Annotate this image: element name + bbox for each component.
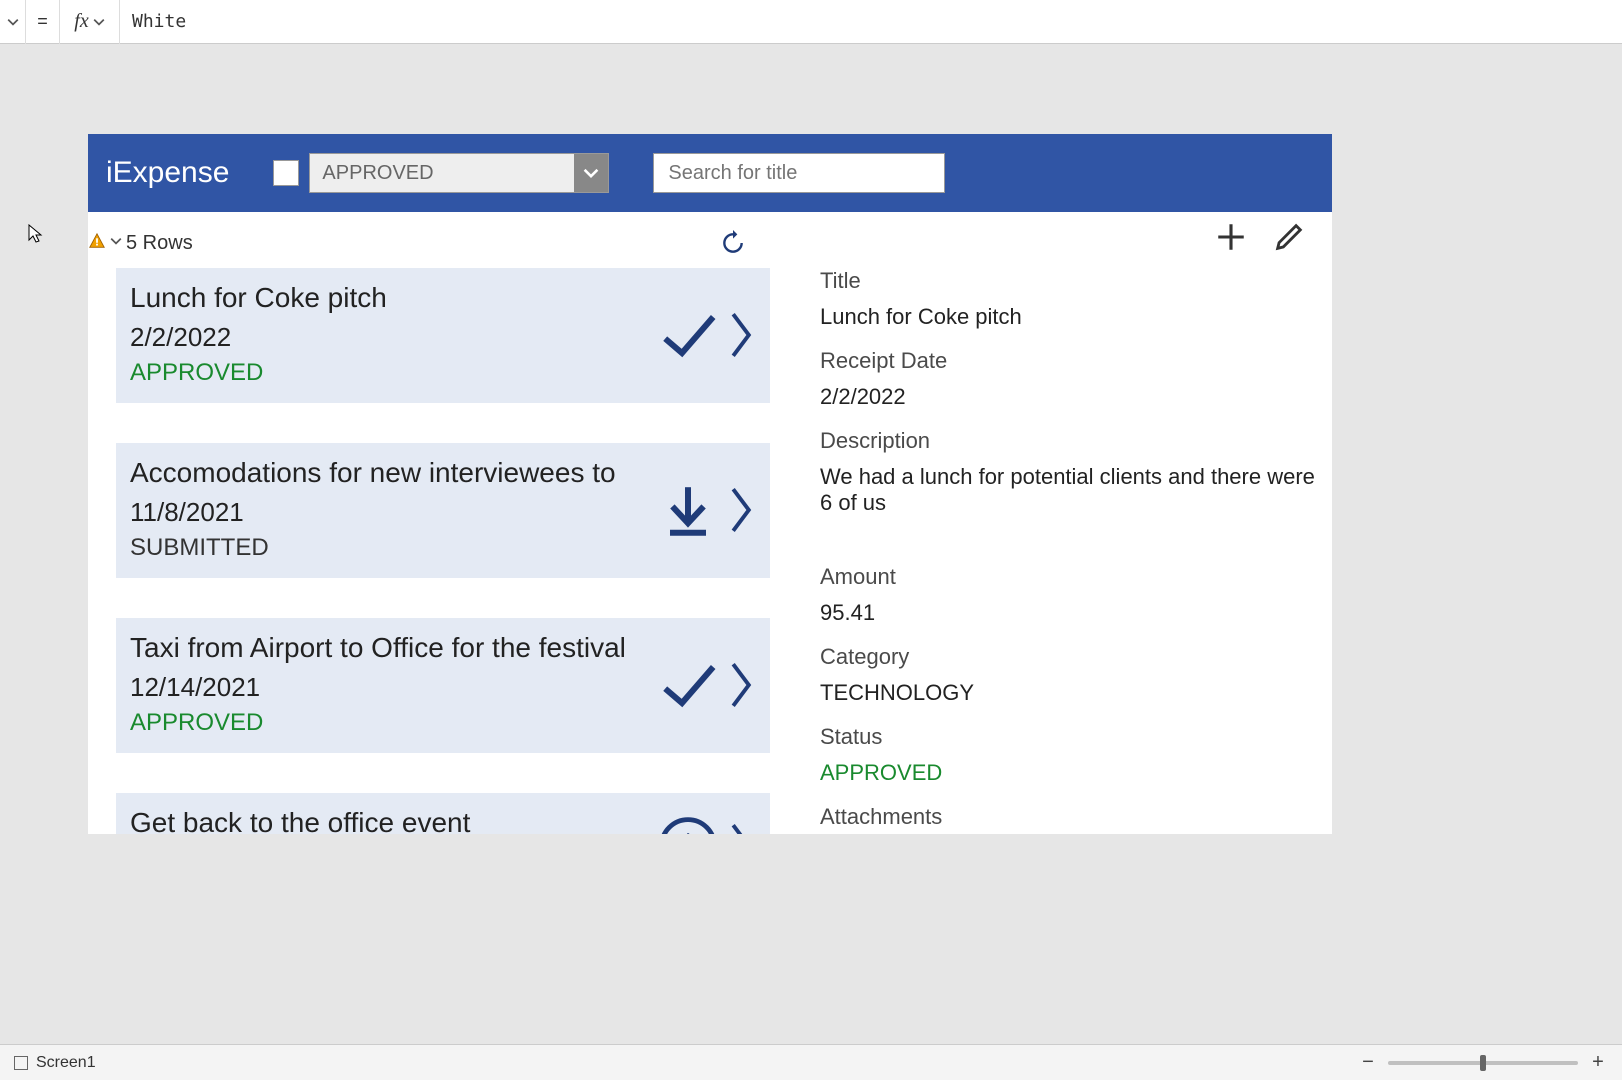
card-icons — [658, 305, 754, 365]
card-title: Get back to the office event — [130, 807, 658, 834]
list-item[interactable]: Accomodations for new interviewees to 11… — [116, 443, 770, 578]
svg-text:$: $ — [679, 829, 698, 835]
card-icons: $ — [658, 816, 754, 835]
check-icon — [658, 305, 718, 365]
formula-input[interactable]: White — [120, 11, 1622, 32]
card-icons — [658, 480, 754, 540]
card-icons — [658, 655, 754, 715]
detail-pane: Title Lunch for Coke pitch Receipt Date … — [770, 212, 1332, 834]
detail-toolbar — [770, 212, 1332, 262]
field-label-title: Title — [820, 268, 1320, 294]
screen-name: Screen1 — [36, 1054, 96, 1072]
list-scroll[interactable]: Lunch for Coke pitch 2/2/2022 APPROVED — [88, 268, 770, 834]
card-title: Accomodations for new interviewees to — [130, 457, 658, 489]
field-label-amount: Amount — [820, 564, 1320, 590]
zoom-thumb[interactable] — [1480, 1055, 1486, 1071]
field-label-category: Category — [820, 644, 1320, 670]
filter-checkbox[interactable] — [273, 160, 299, 186]
list-pane: 5 Rows Lunch for Coke pitch 2/2/2022 APP… — [88, 212, 770, 834]
search-input[interactable] — [653, 153, 945, 193]
app-header: iExpense APPROVED — [88, 134, 1332, 212]
download-icon — [658, 480, 718, 540]
detail-scroll[interactable]: Title Lunch for Coke pitch Receipt Date … — [820, 262, 1332, 834]
status-bar: Screen1 − + — [0, 1044, 1622, 1080]
chevron-down-icon — [7, 16, 19, 28]
field-value-category: TECHNOLOGY — [820, 680, 1320, 706]
dropdown-arrow[interactable] — [574, 154, 608, 192]
zoom-in-button[interactable]: + — [1588, 1051, 1608, 1074]
dropdown-value: APPROVED — [322, 162, 433, 185]
card-title: Lunch for Coke pitch — [130, 282, 658, 314]
zoom-control: − + — [1358, 1051, 1608, 1074]
canvas-background: iExpense APPROVED — [0, 44, 1622, 1044]
app-body: 5 Rows Lunch for Coke pitch 2/2/2022 APP… — [88, 212, 1332, 834]
app-title: iExpense — [106, 156, 229, 190]
field-label-status: Status — [820, 724, 1320, 750]
list-item[interactable]: Lunch for Coke pitch 2/2/2022 APPROVED — [116, 268, 770, 403]
chevron-down-icon — [583, 165, 599, 181]
equals-label: = — [26, 0, 60, 44]
field-label-receipt-date: Receipt Date — [820, 348, 1320, 374]
card-date: 12/14/2021 — [130, 672, 658, 703]
card-date: 2/2/2022 — [130, 322, 658, 353]
status-filter-dropdown[interactable]: APPROVED — [309, 153, 609, 193]
property-dropdown[interactable] — [0, 0, 26, 44]
mouse-cursor — [28, 224, 44, 249]
zoom-out-button[interactable]: − — [1358, 1051, 1378, 1074]
edit-button[interactable] — [1272, 220, 1306, 254]
list-item[interactable]: Get back to the office event 11/1/2021 $ — [116, 793, 770, 834]
card-content: Accomodations for new interviewees to 11… — [130, 457, 658, 562]
refresh-button[interactable] — [716, 226, 750, 260]
field-value-receipt-date: 2/2/2022 — [820, 384, 1320, 410]
card-status: APPROVED — [130, 359, 658, 387]
chevron-right-icon[interactable] — [728, 661, 754, 709]
chevron-down-icon[interactable] — [110, 234, 122, 252]
fx-label: fx — [74, 10, 88, 33]
plus-icon — [1214, 220, 1248, 254]
app-preview: iExpense APPROVED — [88, 134, 1332, 834]
card-date: 11/8/2021 — [130, 497, 658, 528]
check-icon — [658, 655, 718, 715]
card-title: Taxi from Airport to Office for the fest… — [130, 632, 658, 664]
chevron-right-icon[interactable] — [728, 311, 754, 359]
card-status: SUBMITTED — [130, 534, 658, 562]
row-count-text: 5 Rows — [126, 232, 193, 255]
add-button[interactable] — [1214, 220, 1248, 254]
filter-wrap: APPROVED — [273, 153, 609, 193]
zoom-slider[interactable] — [1388, 1061, 1578, 1065]
chevron-down-icon — [93, 16, 105, 28]
warning-icon — [88, 232, 106, 255]
field-label-description: Description — [820, 428, 1320, 454]
dollar-icon: $ — [658, 816, 718, 835]
chevron-right-icon[interactable] — [728, 486, 754, 534]
card-status: APPROVED — [130, 709, 658, 737]
screen-indicator[interactable]: Screen1 — [14, 1054, 96, 1072]
formula-bar: = fx White — [0, 0, 1622, 44]
card-content: Get back to the office event 11/1/2021 — [130, 807, 658, 834]
list-top: 5 Rows — [88, 226, 770, 268]
list-item[interactable]: Taxi from Airport to Office for the fest… — [116, 618, 770, 753]
field-value-status: APPROVED — [820, 760, 1320, 786]
field-value-description: We had a lunch for potential clients and… — [820, 464, 1320, 516]
field-value-amount: 95.41 — [820, 600, 1320, 626]
screen-icon — [14, 1056, 28, 1070]
refresh-icon — [720, 230, 746, 256]
fx-button[interactable]: fx — [60, 0, 120, 44]
chevron-right-icon[interactable] — [728, 822, 754, 835]
field-label-attachments: Attachments — [820, 804, 1320, 830]
pencil-icon — [1272, 220, 1306, 254]
card-content: Taxi from Airport to Office for the fest… — [130, 632, 658, 737]
row-count-wrap: 5 Rows — [88, 232, 193, 255]
card-content: Lunch for Coke pitch 2/2/2022 APPROVED — [130, 282, 658, 387]
field-value-title: Lunch for Coke pitch — [820, 304, 1320, 330]
